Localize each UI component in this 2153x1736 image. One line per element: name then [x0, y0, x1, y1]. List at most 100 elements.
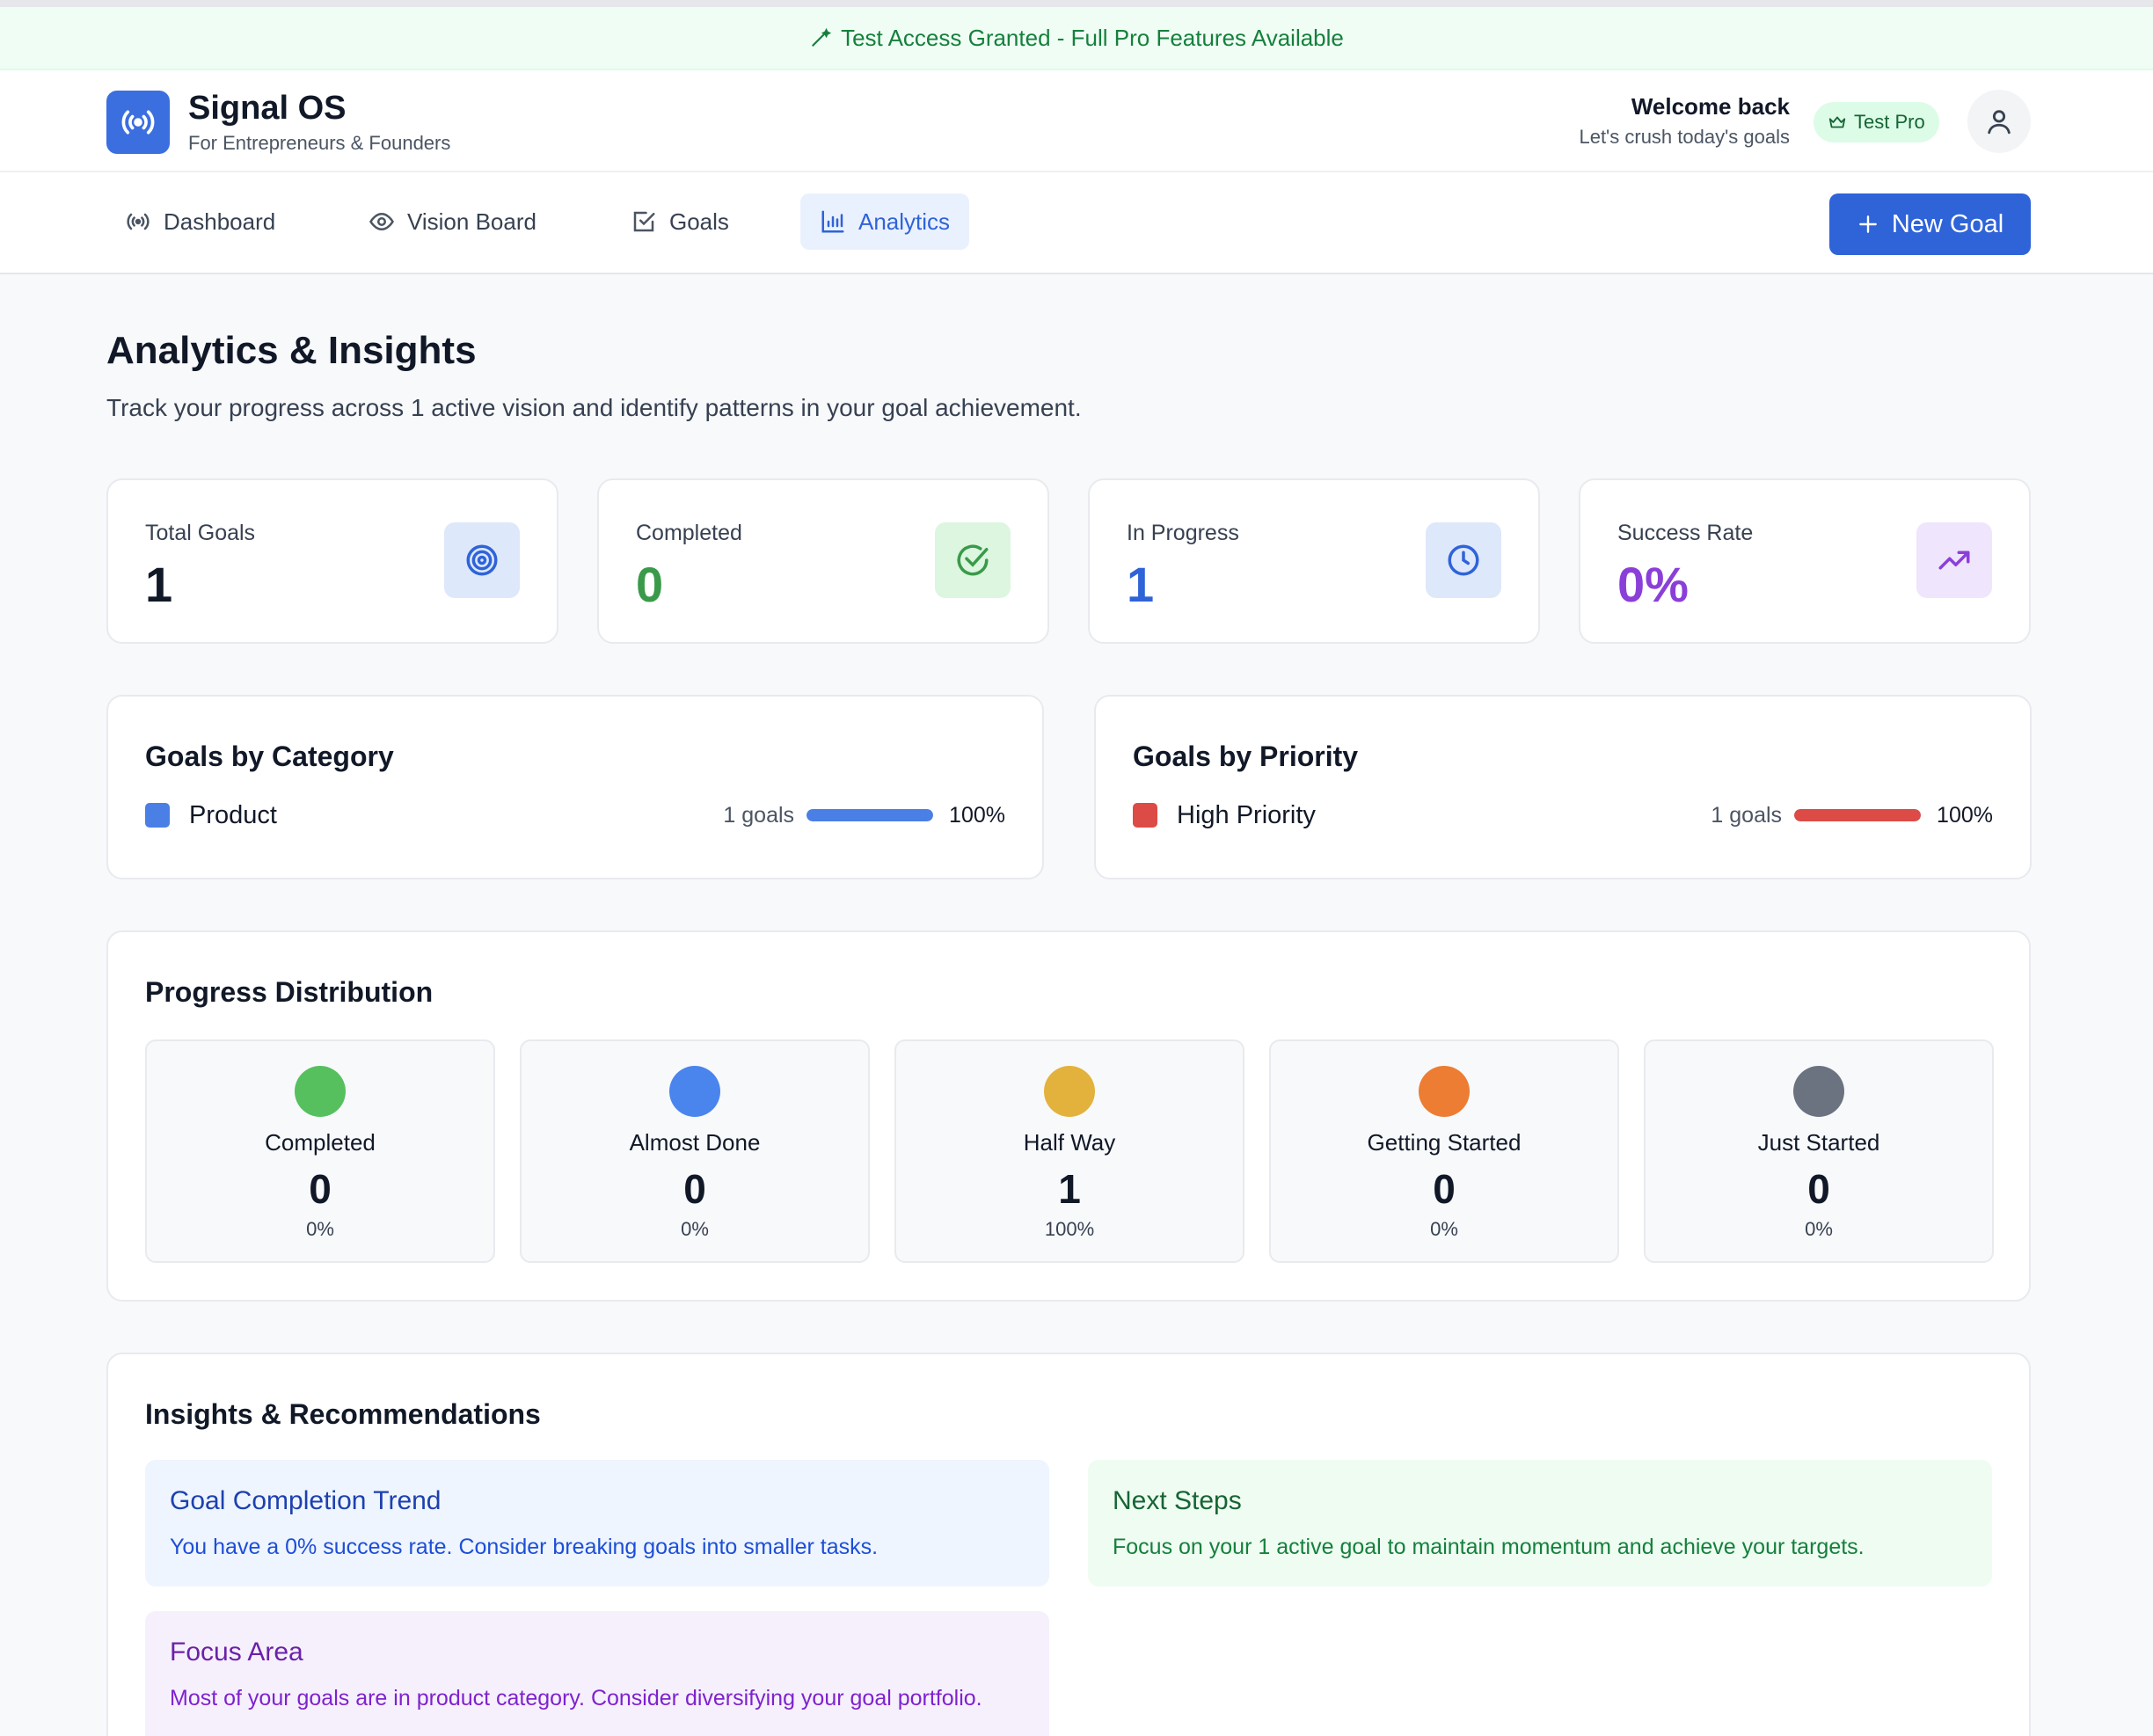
distribution-percent: 0%	[681, 1218, 709, 1240]
plus-icon	[1858, 215, 1877, 233]
signal-icon	[127, 213, 150, 230]
insight-title: Next Steps	[1113, 1486, 1242, 1515]
distribution-percent: 0%	[306, 1218, 334, 1240]
nav-tab-vision-board[interactable]: Vision Board	[349, 193, 556, 250]
check-circle-icon	[957, 544, 989, 576]
nav-tab-label: Dashboard	[164, 208, 276, 235]
status-dot	[1793, 1066, 1844, 1117]
distribution-label: Almost Done	[629, 1129, 761, 1156]
stat-label: Completed	[636, 521, 742, 545]
brand-tagline: For Entrepreneurs & Founders	[188, 132, 451, 154]
category-row-product: Product 1 goals 100%	[145, 800, 1005, 830]
plan-badge: Test Pro	[1814, 102, 1939, 142]
insights-card: Insights & Recommendations Goal Completi…	[106, 1353, 2031, 1736]
nav-tab-dashboard[interactable]: Dashboard	[106, 193, 295, 250]
priority-percent: 100%	[1937, 802, 1993, 828]
category-percent: 100%	[949, 802, 1005, 828]
distribution-value: 0	[309, 1166, 332, 1212]
nav-tab-analytics[interactable]: Analytics	[800, 193, 970, 250]
category-progress-bar	[806, 809, 934, 821]
stat-icon-box	[1916, 522, 1992, 598]
card-title: Goals by Category	[145, 740, 394, 772]
page-title: Analytics & Insights	[106, 329, 477, 372]
new-goal-button[interactable]: New Goal	[1829, 193, 2031, 255]
user-icon	[1988, 110, 2011, 135]
welcome-subtitle: Let's crush today's goals	[1579, 126, 1790, 148]
brand-title: Signal OS	[188, 90, 347, 127]
priority-count: 1 goals	[1711, 802, 1783, 828]
status-dot	[669, 1066, 720, 1117]
distribution-label: Completed	[265, 1129, 376, 1156]
category-count: 1 goals	[723, 802, 795, 828]
insight-next-steps: Next Steps Focus on your 1 active goal t…	[1088, 1460, 1992, 1586]
card-title: Insights & Recommendations	[145, 1398, 541, 1430]
distribution-label: Half Way	[1023, 1129, 1116, 1156]
bar-chart-icon	[821, 210, 844, 233]
stat-label: In Progress	[1127, 521, 1239, 545]
priority-name: High Priority	[1177, 800, 1316, 829]
insight-title: Focus Area	[170, 1638, 303, 1667]
color-swatch	[1133, 803, 1157, 828]
color-swatch	[145, 803, 170, 828]
app-logo[interactable]	[106, 91, 170, 154]
window-top-edge	[0, 0, 2153, 7]
insight-text: Most of your goals are in product catego…	[170, 1686, 982, 1710]
app-header: Signal OS For Entrepreneurs & Founders W…	[0, 70, 2153, 172]
distribution-value: 0	[1433, 1166, 1456, 1212]
distribution-percent: 100%	[1044, 1218, 1095, 1240]
stat-icon-box	[935, 522, 1011, 598]
stat-label: Success Rate	[1617, 521, 1754, 545]
stat-card-in-progress: In Progress 1	[1088, 478, 1540, 644]
plan-badge-label: Test Pro	[1854, 111, 1925, 133]
stat-value: 1	[1127, 557, 1155, 612]
distribution-value: 0	[683, 1166, 706, 1212]
priority-progress-bar	[1794, 809, 1922, 821]
stat-value: 0%	[1617, 557, 1689, 612]
nav-tab-goals[interactable]: Goals	[611, 193, 748, 250]
distribution-completed: Completed 0 0%	[145, 1039, 495, 1263]
access-banner: Test Access Granted - Full Pro Features …	[0, 7, 2153, 70]
progress-distribution-card: Progress Distribution Completed 0 0% Alm…	[106, 930, 2031, 1302]
signal-icon	[121, 110, 155, 135]
status-dot	[295, 1066, 346, 1117]
distribution-just-started: Just Started 0 0%	[1644, 1039, 1994, 1263]
nav-tab-label: Vision Board	[407, 208, 536, 235]
priority-row-high: High Priority 1 goals 100%	[1133, 800, 1993, 830]
clock-icon	[1448, 544, 1479, 576]
new-goal-label: New Goal	[1891, 209, 2004, 238]
welcome-block: Welcome back Let's crush today's goals	[1579, 93, 1790, 149]
goals-by-priority-card: Goals by Priority High Priority 1 goals …	[1094, 695, 2032, 879]
status-dot	[1044, 1066, 1095, 1117]
banner-text: Test Access Granted - Full Pro Features …	[841, 24, 1344, 51]
distribution-percent: 0%	[1430, 1218, 1458, 1240]
check-square-icon	[633, 211, 655, 232]
stat-value: 0	[636, 557, 664, 612]
distribution-percent: 0%	[1805, 1218, 1833, 1240]
stat-card-total-goals: Total Goals 1	[106, 478, 558, 644]
stat-icon-box	[1426, 522, 1501, 598]
stat-value: 1	[145, 557, 173, 612]
insight-title: Goal Completion Trend	[170, 1486, 442, 1515]
distribution-half-way: Half Way 1 100%	[894, 1039, 1244, 1263]
main-nav: Dashboard Vision Board Goals Analytics N…	[0, 172, 2153, 274]
distribution-label: Just Started	[1757, 1129, 1880, 1156]
distribution-value: 1	[1058, 1166, 1081, 1212]
insight-focus-area: Focus Area Most of your goals are in pro…	[145, 1611, 1049, 1736]
distribution-label: Getting Started	[1367, 1129, 1522, 1156]
stat-card-success-rate: Success Rate 0%	[1579, 478, 2031, 644]
trending-up-icon	[1938, 551, 1970, 570]
insight-completion-trend: Goal Completion Trend You have a 0% succ…	[145, 1460, 1049, 1586]
distribution-getting-started: Getting Started 0 0%	[1269, 1039, 1619, 1263]
card-title: Goals by Priority	[1133, 740, 1359, 772]
welcome-title: Welcome back	[1631, 93, 1790, 120]
page-subtitle: Track your progress across 1 active visi…	[106, 394, 1082, 421]
user-avatar-button[interactable]	[1967, 90, 2031, 153]
distribution-almost-done: Almost Done 0 0%	[520, 1039, 870, 1263]
stat-card-completed: Completed 0	[597, 478, 1049, 644]
status-dot	[1419, 1066, 1470, 1117]
wand-icon	[812, 27, 832, 47]
stat-icon-box	[444, 522, 520, 598]
insight-text: Focus on your 1 active goal to maintain …	[1113, 1535, 1865, 1559]
distribution-value: 0	[1807, 1166, 1830, 1212]
crown-icon	[1828, 116, 1846, 128]
